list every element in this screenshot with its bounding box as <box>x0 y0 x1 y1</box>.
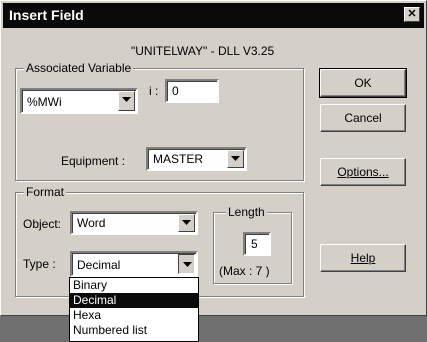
type-option-binary[interactable]: Binary <box>70 278 198 293</box>
object-label: Object: <box>23 217 62 231</box>
options-button[interactable]: Options... <box>320 158 406 186</box>
format-legend: Format <box>24 185 67 199</box>
variable-select[interactable]: %MWi <box>20 88 138 114</box>
title-bar[interactable]: Insert Field ✕ <box>3 3 424 28</box>
type-option-decimal[interactable]: Decimal <box>70 293 198 308</box>
type-option-numbered-list[interactable]: Numbered list <box>70 323 198 338</box>
object-select-value: Word <box>77 216 106 230</box>
cancel-button-label: Cancel <box>344 111 382 125</box>
options-button-label: Options... <box>337 165 389 179</box>
dll-version-label: "UNITELWAY" - DLL V3.25 <box>131 44 275 58</box>
cancel-button[interactable]: Cancel <box>320 104 406 132</box>
chevron-down-icon <box>182 220 191 225</box>
associated-variable-legend: Associated Variable <box>24 61 134 75</box>
max-length-label: (Max : 7 ) <box>219 264 270 278</box>
type-label: Type : <box>23 257 56 271</box>
help-button[interactable]: Help <box>320 244 406 272</box>
chevron-down-icon <box>231 156 240 161</box>
length-input[interactable]: 5 <box>243 232 271 256</box>
equipment-dropdown-button[interactable] <box>227 150 244 168</box>
type-option-hexa[interactable]: Hexa <box>70 308 198 323</box>
help-button-label: Help <box>350 251 376 265</box>
chevron-down-icon <box>122 97 131 102</box>
length-legend: Length <box>226 205 267 219</box>
index-label: i : <box>149 84 159 98</box>
object-select[interactable]: Word <box>70 211 198 235</box>
ok-button[interactable]: OK <box>319 68 407 98</box>
variable-dropdown-button[interactable] <box>118 91 135 111</box>
object-dropdown-button[interactable] <box>178 214 195 232</box>
close-icon: ✕ <box>407 8 417 20</box>
type-select-value: Decimal <box>77 258 121 272</box>
length-input-value: 5 <box>251 237 258 251</box>
equipment-select-value: MASTER <box>153 152 204 166</box>
type-dropdown-list[interactable]: Binary Decimal Hexa Numbered list <box>69 277 199 342</box>
insert-field-dialog: Insert Field ✕ "UNITELWAY" - DLL V3.25 A… <box>0 0 427 316</box>
window-title: Insert Field <box>9 7 84 23</box>
type-select[interactable]: Decimal <box>70 251 198 277</box>
equipment-select[interactable]: MASTER <box>146 147 247 171</box>
ok-button-label: OK <box>354 76 372 90</box>
index-input[interactable]: 0 <box>165 79 219 103</box>
variable-select-value: %MWi <box>27 95 62 109</box>
type-dropdown-button[interactable] <box>178 254 195 274</box>
close-button[interactable]: ✕ <box>404 7 420 22</box>
index-input-value: 0 <box>172 84 179 98</box>
equipment-label: Equipment : <box>61 154 126 168</box>
chevron-down-icon <box>183 262 192 267</box>
